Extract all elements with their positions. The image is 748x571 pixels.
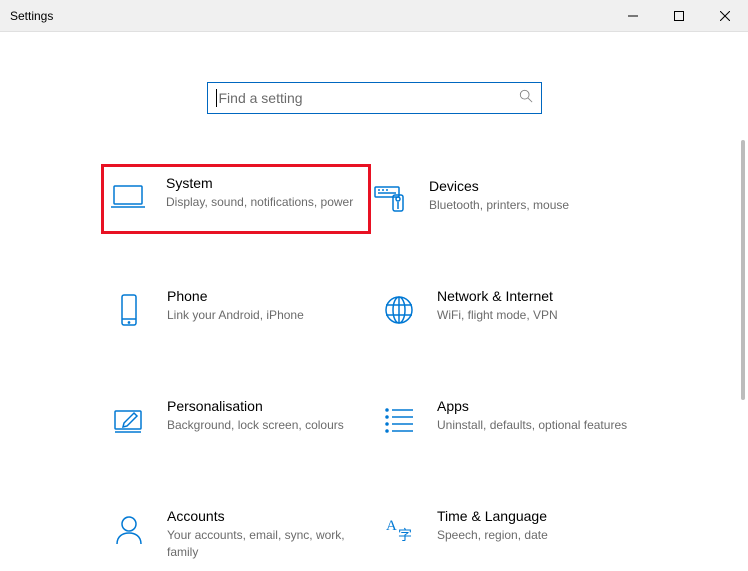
- scrollbar-thumb[interactable]: [741, 140, 745, 400]
- tile-title: Apps: [437, 398, 631, 414]
- tile-title: Personalisation: [167, 398, 361, 414]
- tile-title: System: [166, 175, 354, 191]
- window-title: Settings: [10, 9, 53, 23]
- tile-title: Time & Language: [437, 508, 631, 524]
- globe-icon: [379, 290, 419, 330]
- time-language-icon: A字: [379, 510, 419, 550]
- search-input[interactable]: Find a setting: [207, 82, 542, 114]
- text-caret: [216, 89, 217, 107]
- tile-accounts[interactable]: Accounts Your accounts, email, sync, wor…: [105, 504, 375, 565]
- tile-desc: WiFi, flight mode, VPN: [437, 307, 631, 324]
- close-button[interactable]: [702, 0, 748, 31]
- tile-personalisation[interactable]: Personalisation Background, lock screen,…: [105, 394, 375, 444]
- svg-text:字: 字: [398, 528, 412, 544]
- phone-icon: [109, 290, 149, 330]
- search-placeholder: Find a setting: [219, 90, 519, 106]
- settings-tiles: System Display, sound, notifications, po…: [105, 174, 685, 565]
- account-icon: [109, 510, 149, 550]
- tile-desc: Speech, region, date: [437, 527, 631, 544]
- laptop-icon: [108, 177, 148, 217]
- tile-desc: Link your Android, iPhone: [167, 307, 361, 324]
- maximize-button[interactable]: [656, 0, 702, 31]
- apps-icon: [379, 400, 419, 440]
- tile-time-language[interactable]: A字 Time & Language Speech, region, date: [375, 504, 645, 565]
- devices-icon: [371, 180, 411, 220]
- tile-devices[interactable]: Devices Bluetooth, printers, mouse: [367, 174, 637, 224]
- tile-network[interactable]: Network & Internet WiFi, flight mode, VP…: [375, 284, 645, 334]
- content-area: Find a setting System Display, sound, no…: [0, 32, 748, 571]
- tile-title: Network & Internet: [437, 288, 631, 304]
- tile-desc: Display, sound, notifications, power: [166, 194, 354, 211]
- tile-desc: Background, lock screen, colours: [167, 417, 361, 434]
- search-icon: [519, 89, 533, 108]
- tile-phone[interactable]: Phone Link your Android, iPhone: [105, 284, 375, 334]
- window-controls: [610, 0, 748, 31]
- tile-desc: Your accounts, email, sync, work, family: [167, 527, 361, 561]
- svg-text:A: A: [386, 518, 397, 534]
- tile-title: Accounts: [167, 508, 361, 524]
- tile-desc: Uninstall, defaults, optional features: [437, 417, 631, 434]
- tile-title: Devices: [429, 178, 623, 194]
- tile-system[interactable]: System Display, sound, notifications, po…: [101, 164, 371, 234]
- tile-apps[interactable]: Apps Uninstall, defaults, optional featu…: [375, 394, 645, 444]
- titlebar: Settings: [0, 0, 748, 32]
- minimize-button[interactable]: [610, 0, 656, 31]
- scrollbar[interactable]: [736, 32, 748, 571]
- tile-title: Phone: [167, 288, 361, 304]
- personalize-icon: [109, 400, 149, 440]
- tile-desc: Bluetooth, printers, mouse: [429, 197, 623, 214]
